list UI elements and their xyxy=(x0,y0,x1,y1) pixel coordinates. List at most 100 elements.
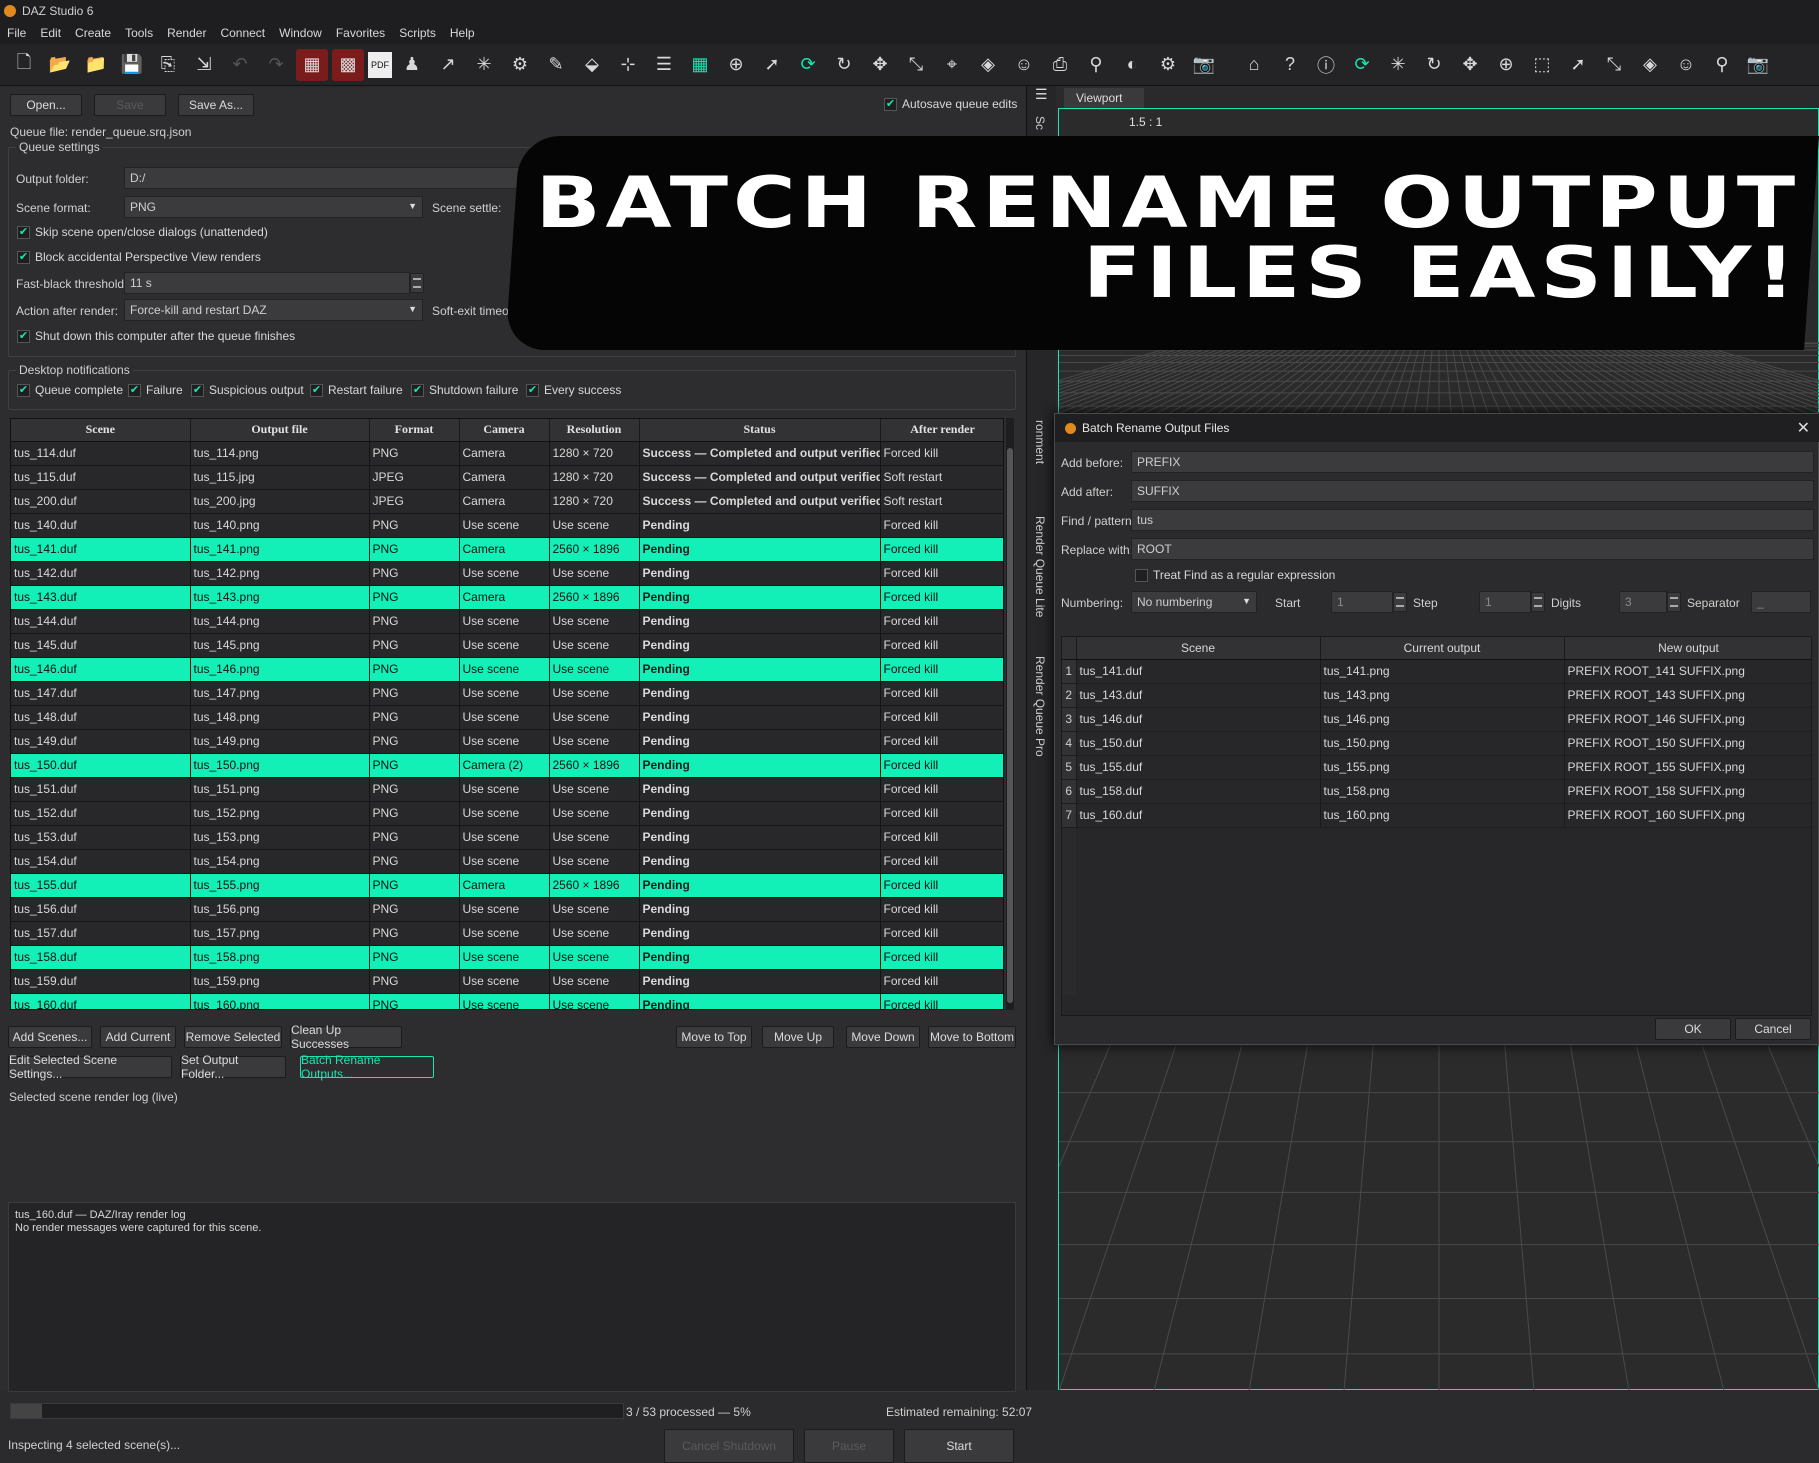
menu-favorites[interactable]: Favorites xyxy=(329,26,392,40)
select-icon[interactable]: ➚ xyxy=(756,49,788,81)
table-row[interactable]: tus_160.duf tus_160.png PNG Use scene Use sc… xyxy=(11,993,1003,1009)
notify-every-success-checkbox[interactable]: ✔ Every success xyxy=(526,383,621,397)
find-pattern-field[interactable]: tus xyxy=(1131,509,1814,531)
move-to-top-button[interactable]: Move to Top xyxy=(676,1026,752,1048)
set-output-folder-button[interactable]: Set Output Folder... xyxy=(180,1053,286,1081)
column-header-scene[interactable]: Scene xyxy=(11,419,191,442)
notify-suspicious-checkbox[interactable]: ✔ Suspicious output xyxy=(191,383,304,397)
brush-icon[interactable]: ✎ xyxy=(540,49,572,81)
table-row[interactable]: tus_115.duf tus_115.jpg JPEG Camera 1280 × 7… xyxy=(11,465,1003,490)
node-icon[interactable]: ⬙ xyxy=(576,49,608,81)
select-icon-2[interactable]: ➚ xyxy=(1562,49,1594,81)
table-row[interactable]: 1 tus_141.duf tus_141.png PREFIX ROOT_141 S… xyxy=(1062,659,1811,684)
table-row[interactable]: tus_157.duf tus_157.png PNG Use scene Use sc… xyxy=(11,921,1003,946)
column-header-scene[interactable]: Scene xyxy=(1076,637,1321,660)
tab-viewport[interactable]: Viewport xyxy=(1064,88,1144,108)
notify-queue-complete-checkbox[interactable]: ✔ Queue complete xyxy=(17,383,123,397)
save-button[interactable]: Save xyxy=(94,94,166,116)
close-icon[interactable]: ✕ xyxy=(1797,418,1810,438)
wand-icon-2[interactable]: ✳ xyxy=(1382,49,1414,81)
open-file-icon[interactable]: 📂 xyxy=(44,49,76,81)
render-settings-icon[interactable]: ▦ xyxy=(296,48,328,81)
column-header-output[interactable]: Output file xyxy=(190,419,370,442)
table-row[interactable]: tus_151.duf tus_151.png PNG Use scene Use sc… xyxy=(11,777,1003,802)
pin-icon[interactable]: ⚲ xyxy=(1080,49,1112,81)
pin-icon-2[interactable]: ⚲ xyxy=(1706,49,1738,81)
start-spinner[interactable] xyxy=(1393,592,1407,612)
replace-with-field[interactable]: ROOT xyxy=(1131,538,1814,560)
column-header-after-render[interactable]: After render xyxy=(880,419,1003,442)
table-row[interactable]: tus_114.duf tus_114.png PNG Camera 1280 × 72… xyxy=(11,441,1003,466)
new-file-icon[interactable]: 🗋 xyxy=(8,49,40,81)
figure-edit-icon-2[interactable]: ☺ xyxy=(1670,49,1702,81)
translate-icon[interactable]: ✥ xyxy=(864,49,896,81)
open-button[interactable]: Open... xyxy=(10,94,82,116)
table-row[interactable]: tus_145.duf tus_145.png PNG Use scene Use sc… xyxy=(11,633,1003,658)
rotate-icon-2[interactable]: ↻ xyxy=(1418,49,1450,81)
pdf-manual-icon[interactable]: PDF xyxy=(368,51,392,78)
table-row[interactable]: tus_143.duf tus_143.png PNG Camera 2560 × 18… xyxy=(11,585,1003,610)
column-header-camera[interactable]: Camera xyxy=(459,419,550,442)
add-after-field[interactable]: SUFFIX xyxy=(1131,480,1814,502)
digits-field[interactable]: 3 xyxy=(1619,591,1667,613)
export-icon[interactable]: ⇲ xyxy=(188,49,220,81)
weight-icon[interactable]: ◐ xyxy=(1116,49,1148,81)
redo-icon[interactable]: ↷ xyxy=(260,49,292,81)
tab-scene[interactable]: Sc xyxy=(1033,116,1047,130)
gear-icon[interactable]: ⚙ xyxy=(504,49,536,81)
table-row[interactable]: tus_159.duf tus_159.png PNG Use scene Use sc… xyxy=(11,969,1003,994)
frame-icon[interactable]: ⬚ xyxy=(1526,49,1558,81)
table-row[interactable]: tus_146.duf tus_146.png PNG Use scene Use sc… xyxy=(11,657,1003,682)
table-row[interactable]: tus_140.duf tus_140.png PNG Use scene Use sc… xyxy=(11,513,1003,538)
menu-window[interactable]: Window xyxy=(272,26,329,40)
menu-tools[interactable]: Tools xyxy=(118,26,160,40)
column-header-status[interactable]: Status xyxy=(639,419,881,442)
universal-icon-2[interactable]: ⊕ xyxy=(1490,49,1522,81)
remove-selected-button[interactable]: Remove Selected xyxy=(184,1026,282,1048)
camera-icon-2[interactable]: 📷 xyxy=(1742,49,1774,81)
batch-rename-outputs-button[interactable]: Batch Rename Outputs... xyxy=(300,1053,434,1081)
translate-icon-2[interactable]: ✥ xyxy=(1454,49,1486,81)
save-as-button[interactable]: Save As... xyxy=(178,94,254,116)
table-row[interactable]: 2 tus_143.duf tus_143.png PREFIX ROOT_143 S… xyxy=(1062,683,1811,708)
home-icon[interactable]: ⌂ xyxy=(1238,49,1270,81)
whats-this-icon[interactable]: ? xyxy=(1274,49,1306,81)
table-row[interactable]: tus_152.duf tus_152.png PNG Use scene Use sc… xyxy=(11,801,1003,826)
step-spinner[interactable] xyxy=(1531,592,1545,612)
cancel-button[interactable]: Cancel xyxy=(1735,1018,1811,1040)
transform-icon[interactable]: ⊹ xyxy=(612,49,644,81)
joint-icon[interactable]: ⌖ xyxy=(936,49,968,81)
table-row[interactable]: 5 tus_155.duf tus_155.png PREFIX ROOT_155 S… xyxy=(1062,755,1811,780)
add-scenes-button[interactable]: Add Scenes... xyxy=(8,1026,92,1048)
help-icon[interactable]: ⓘ xyxy=(1310,49,1342,81)
column-header-resolution[interactable]: Resolution xyxy=(549,419,640,442)
table-row[interactable]: tus_200.duf tus_200.jpg JPEG Camera 1280 × 7… xyxy=(11,489,1003,514)
column-header-format[interactable]: Format xyxy=(369,419,460,442)
autosave-checkbox[interactable]: ✔ Autosave queue edits xyxy=(884,97,1017,111)
undo-icon[interactable]: ↶ xyxy=(224,49,256,81)
morph-icon[interactable]: ◈ xyxy=(972,49,1004,81)
settings-camera-icon[interactable]: ⚙ xyxy=(1152,49,1184,81)
menu-connect[interactable]: Connect xyxy=(213,26,272,40)
menu-scripts[interactable]: Scripts xyxy=(392,26,443,40)
table-row[interactable]: tus_154.duf tus_154.png PNG Use scene Use sc… xyxy=(11,849,1003,874)
table-row[interactable]: tus_150.duf tus_150.png PNG Camera (2) 2560 … xyxy=(11,753,1003,778)
ok-button[interactable]: OK xyxy=(1655,1018,1731,1040)
scale-icon[interactable]: ⤡ xyxy=(900,49,932,81)
column-header-current-output[interactable]: Current output xyxy=(1320,637,1565,660)
wand-icon[interactable]: ✳ xyxy=(468,49,500,81)
add-before-field[interactable]: PREFIX xyxy=(1131,451,1814,473)
column-header-new-output[interactable]: New output xyxy=(1564,637,1811,660)
edit-scene-settings-button[interactable]: Edit Selected Scene Settings... xyxy=(8,1053,172,1081)
table-row[interactable]: tus_153.duf tus_153.png PNG Use scene Use sc… xyxy=(11,825,1003,850)
move-to-bottom-button[interactable]: Move to Bottom xyxy=(928,1026,1016,1048)
align-icon[interactable]: ☰ xyxy=(648,49,680,81)
tab-render-queue-lite[interactable]: Render Queue Lite xyxy=(1033,516,1047,617)
merge-icon[interactable]: ⎘ xyxy=(152,49,184,81)
numbering-select[interactable]: No numbering xyxy=(1131,591,1257,613)
universal-icon[interactable]: ⊕ xyxy=(720,49,752,81)
menu-render[interactable]: Render xyxy=(160,26,213,40)
camera-icon[interactable]: 📷 xyxy=(1188,49,1220,81)
pointer-icon[interactable]: ↗ xyxy=(432,49,464,81)
panel-menu-icon[interactable]: ☰ xyxy=(1035,86,1048,103)
